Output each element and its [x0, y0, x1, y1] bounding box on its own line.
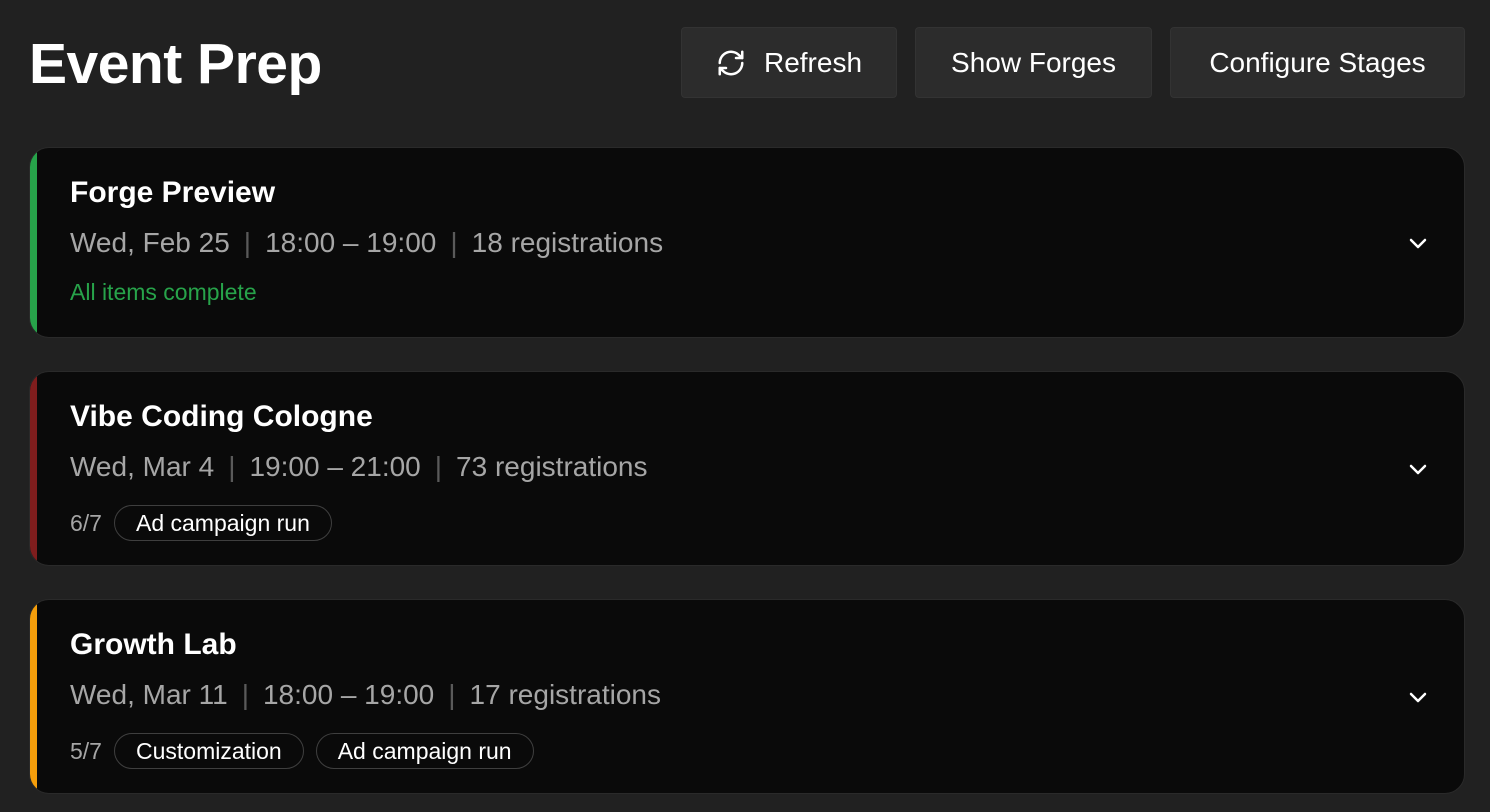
status-stripe — [30, 600, 37, 793]
chevron-down-icon[interactable] — [1406, 231, 1430, 255]
event-date: Wed, Mar 4 — [70, 451, 215, 482]
progress-row: 6/7 Ad campaign run — [70, 505, 332, 541]
page-title: Event Prep — [29, 32, 322, 96]
event-time: 19:00 – 21:00 — [249, 451, 421, 482]
event-prep-page: Event Prep Refresh Show Forges Configure… — [0, 0, 1490, 812]
event-registrations: 73 registrations — [456, 451, 648, 482]
event-date: Wed, Feb 25 — [70, 227, 230, 258]
event-time: 18:00 – 19:00 — [265, 227, 437, 258]
status-text: All items complete — [70, 279, 257, 305]
event-card-growth-lab[interactable]: Growth Lab Wed, Mar 11 | 18:00 – 19:00 | 17 … — [29, 599, 1465, 794]
pending-item-chip: Ad campaign run — [113, 505, 332, 541]
pending-item-chip: Customization — [113, 733, 304, 769]
event-card-vibe-coding-cologne[interactable]: Vibe Coding Cologne Wed, Mar 4 | 19:00 – 2… — [29, 371, 1465, 566]
event-registrations: 17 registrations — [469, 679, 661, 710]
progress-count: 6/7 — [70, 510, 102, 536]
refresh-label: Refresh — [763, 46, 863, 78]
event-meta: Wed, Mar 11 | 18:00 – 19:00 | 17 registratio… — [70, 678, 661, 712]
event-date: Wed, Mar 11 — [70, 679, 228, 710]
event-meta: Wed, Mar 4 | 19:00 – 21:00 | 73 registration… — [70, 450, 647, 484]
meta-divider: | — [448, 679, 456, 710]
progress-row: 5/7 Customization Ad campaign run — [70, 733, 534, 769]
progress-count: 5/7 — [70, 738, 102, 764]
meta-divider: | — [450, 227, 458, 258]
meta-divider: | — [228, 451, 236, 482]
pending-item-chip: Ad campaign run — [315, 733, 534, 769]
event-time: 18:00 – 19:00 — [262, 679, 435, 710]
configure-stages-button[interactable]: Configure Stages — [1170, 27, 1465, 98]
show-forges-button[interactable]: Show Forges — [915, 27, 1152, 98]
status-stripe — [30, 148, 37, 337]
event-title: Forge Preview — [70, 176, 276, 209]
meta-divider: | — [243, 227, 252, 258]
meta-divider: | — [241, 679, 249, 710]
chevron-down-icon[interactable] — [1406, 457, 1430, 481]
chevron-down-icon[interactable] — [1406, 685, 1430, 709]
refresh-icon — [716, 48, 746, 78]
event-title: Vibe Coding Cologne — [70, 400, 373, 433]
refresh-button[interactable]: Refresh — [681, 27, 897, 98]
meta-divider: | — [434, 451, 443, 482]
event-card-forge-preview[interactable]: Forge Preview Wed, Feb 25 | 18:00 – 19:00 |… — [29, 147, 1465, 338]
toolbar: Refresh Show Forges Configure Stages — [681, 27, 1465, 98]
event-registrations: 18 registrations — [471, 227, 664, 258]
event-meta: Wed, Feb 25 | 18:00 – 19:00 | 18 registratio… — [70, 226, 663, 260]
event-title: Growth Lab — [70, 628, 237, 661]
status-stripe — [30, 372, 37, 565]
